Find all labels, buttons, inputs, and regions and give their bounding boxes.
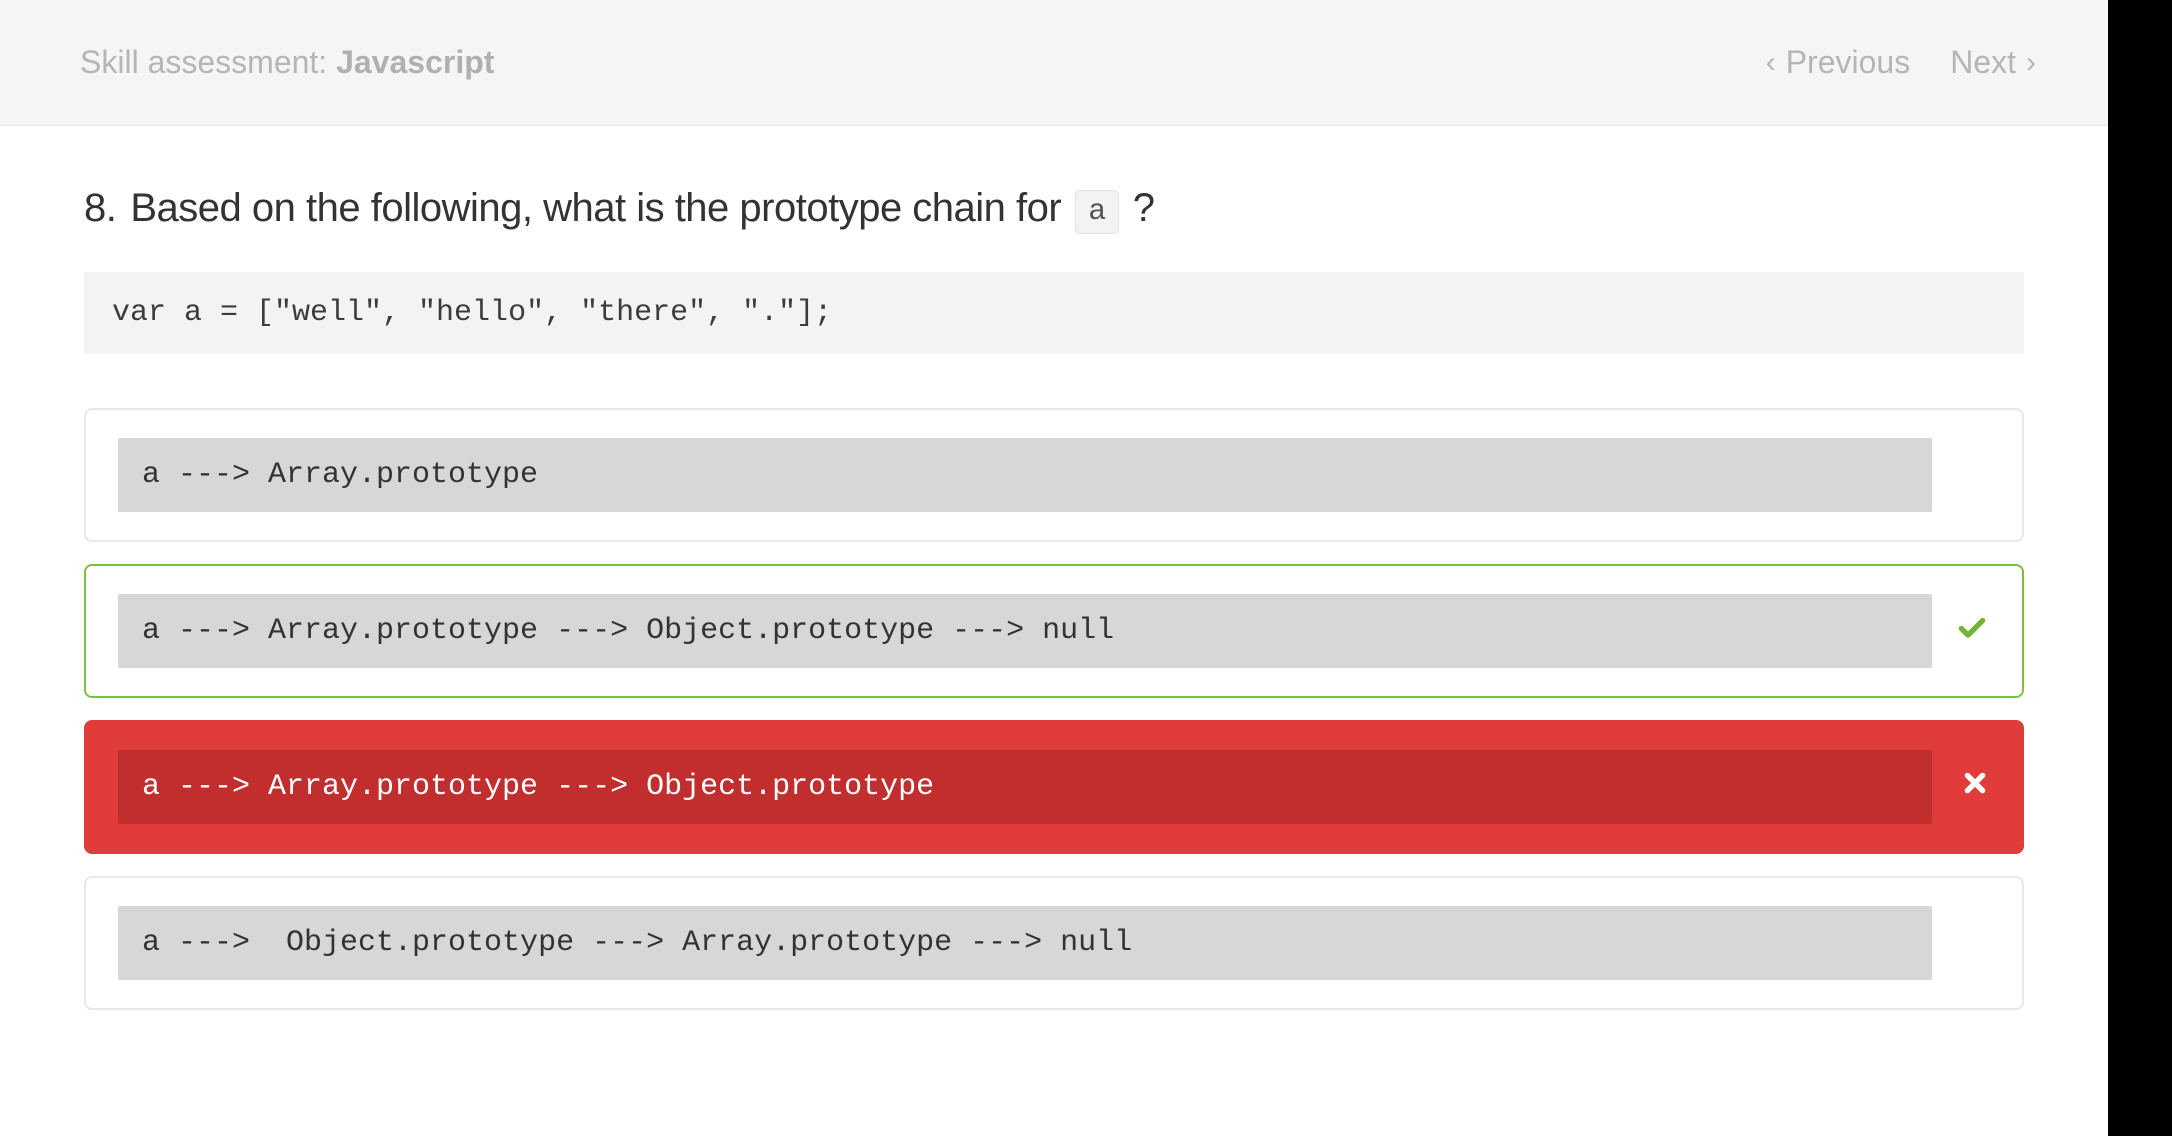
header-nav: ‹ Previous Next › [1766,44,2036,81]
question-code-block: var a = ["well", "hello", "there", "."]; [84,272,2024,354]
x-icon [1962,770,1988,804]
next-label: Next [1950,44,2016,81]
header: Skill assessment: Javascript ‹ Previous … [0,0,2108,126]
quiz-page: Skill assessment: Javascript ‹ Previous … [0,0,2108,1136]
answer-code: a ---> Array.prototype ---> Object.proto… [118,750,1932,824]
question-suffix: ? [1133,186,1155,231]
check-icon [1956,613,1988,650]
chevron-left-icon: ‹ [1766,48,1776,78]
answer-code: a ---> Array.prototype [118,438,1932,512]
answer-option-wrong[interactable]: a ---> Array.prototype ---> Object.proto… [84,720,2024,854]
answers-list: a ---> Array.prototype a ---> Array.prot… [84,408,2024,1010]
prev-button[interactable]: ‹ Previous [1766,44,1911,81]
next-button[interactable]: Next › [1950,44,2036,81]
question-text: Based on the following, what is the prot… [130,186,1061,231]
content: 8. Based on the following, what is the p… [0,126,2108,1010]
answer-code: a ---> Array.prototype ---> Object.proto… [118,594,1932,668]
prev-label: Previous [1786,44,1911,81]
answer-option-correct[interactable]: a ---> Array.prototype ---> Object.proto… [84,564,2024,698]
question-inline-code: a [1075,190,1119,234]
answer-option[interactable]: a ---> Array.prototype [84,408,2024,542]
question-title: 8. Based on the following, what is the p… [84,186,2024,236]
chevron-right-icon: › [2026,48,2036,78]
answer-option[interactable]: a ---> Object.prototype ---> Array.proto… [84,876,2024,1010]
title-bold: Javascript [336,44,494,80]
page-title: Skill assessment: Javascript [80,44,494,81]
answer-code: a ---> Object.prototype ---> Array.proto… [118,906,1932,980]
title-prefix: Skill assessment: [80,44,336,80]
question-number: 8. [84,186,116,231]
